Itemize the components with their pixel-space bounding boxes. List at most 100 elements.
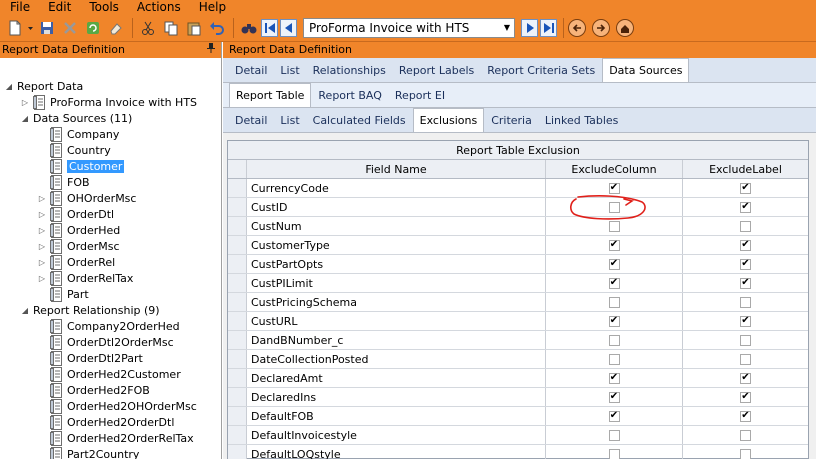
exclude-label-checkbox[interactable] — [740, 220, 751, 232]
subtab-report-ei[interactable]: Report EI — [389, 85, 451, 107]
table-row[interactable]: DefaultInvoicestyle — [228, 426, 808, 445]
menu-file[interactable]: File — [0, 0, 38, 14]
tree-node-proforma[interactable]: ▷ ProForma Invoice with HTS — [20, 94, 197, 110]
subtab-report-baq[interactable]: Report BAQ — [312, 85, 388, 107]
menu-edit[interactable]: Edit — [38, 0, 79, 14]
expand-icon[interactable]: ▷ — [37, 242, 47, 251]
exclude-column-checkbox[interactable] — [608, 353, 620, 365]
tree-node-orderdtl2part[interactable]: OrderDtl2Part — [37, 350, 143, 366]
back-icon[interactable] — [568, 18, 586, 37]
tree-node-part2country[interactable]: Part2Country — [37, 446, 139, 459]
tab-list[interactable]: List — [274, 60, 305, 82]
exclude-column-checkbox[interactable] — [608, 201, 620, 213]
row-selector[interactable] — [228, 331, 247, 349]
exclude-label-checkbox[interactable] — [740, 353, 751, 365]
row-selector[interactable] — [228, 274, 247, 292]
table-row[interactable]: CustURL ✔ ✔ — [228, 312, 808, 331]
expand-icon[interactable]: ▷ — [20, 98, 30, 107]
subsubtab-criteria[interactable]: Criteria — [485, 110, 538, 132]
row-selector[interactable] — [228, 217, 247, 235]
tree-node-country[interactable]: Country — [37, 142, 111, 158]
table-row[interactable]: CustID ✔ — [228, 198, 808, 217]
copy-icon[interactable] — [160, 17, 182, 39]
cut-icon[interactable] — [137, 17, 159, 39]
save-icon[interactable] — [36, 17, 58, 39]
expand-icon[interactable]: ▷ — [37, 210, 47, 219]
tree-node-orderreltax[interactable]: ▷ OrderRelTax — [37, 270, 133, 286]
table-row[interactable]: DefaultLOQstyle — [228, 445, 808, 459]
tree-node-orderrel[interactable]: ▷ OrderRel — [37, 254, 115, 270]
exclude-label-checkbox[interactable]: ✔ — [740, 372, 751, 384]
expand-icon[interactable]: ▷ — [37, 274, 47, 283]
menu-actions[interactable]: Actions — [127, 0, 189, 14]
last-icon[interactable] — [540, 18, 557, 37]
paste-icon[interactable] — [183, 17, 205, 39]
table-row[interactable]: DefaultFOB ✔ ✔ — [228, 407, 808, 426]
exclude-column-checkbox[interactable] — [608, 220, 620, 232]
exclude-column-checkbox[interactable]: ✔ — [608, 410, 620, 422]
tree-node-company2orderhed[interactable]: Company2OrderHed — [37, 318, 180, 334]
tree-node-ohordermsc[interactable]: ▷ OHOrderMsc — [37, 190, 136, 206]
tab-data-sources[interactable]: Data Sources — [602, 58, 690, 82]
exclude-label-checkbox[interactable]: ✔ — [740, 239, 751, 251]
exclude-label-checkbox[interactable]: ✔ — [740, 391, 751, 403]
row-selector[interactable] — [228, 255, 247, 273]
menu-help[interactable]: Help — [189, 0, 234, 14]
tree-node-orderhed2orderdtl[interactable]: OrderHed2OrderDtl — [37, 414, 174, 430]
exclude-column-checkbox[interactable] — [608, 429, 620, 441]
tree-node-orderhed2orderreltax[interactable]: OrderHed2OrderRelTax — [37, 430, 194, 446]
exclude-column-checkbox[interactable] — [608, 448, 620, 459]
exclude-label-checkbox[interactable] — [740, 448, 751, 459]
tree-node-data-sources[interactable]: ◢ Data Sources (11) — [20, 110, 132, 126]
previous-icon[interactable] — [280, 18, 297, 37]
subtab-report-table[interactable]: Report Table — [229, 83, 312, 107]
refresh-icon[interactable] — [82, 17, 104, 39]
subsubtab-detail[interactable]: Detail — [229, 110, 273, 132]
subsubtab-list[interactable]: List — [274, 110, 305, 132]
collapse-icon[interactable]: ◢ — [20, 306, 30, 315]
tree-node-fob[interactable]: FOB — [37, 174, 90, 190]
exclude-column-checkbox[interactable]: ✔ — [608, 277, 620, 289]
chevron-down-icon[interactable]: ▼ — [500, 19, 514, 37]
clear-icon[interactable] — [105, 17, 127, 39]
new-dropdown-icon[interactable] — [27, 17, 35, 39]
expand-icon[interactable]: ▷ — [37, 226, 47, 235]
tree-node-orderhed2customer[interactable]: OrderHed2Customer — [37, 366, 181, 382]
collapse-icon[interactable]: ◢ — [4, 82, 14, 91]
row-selector[interactable] — [228, 388, 247, 406]
row-selector[interactable] — [228, 407, 247, 425]
table-row[interactable]: DeclaredIns ✔ ✔ — [228, 388, 808, 407]
exclude-column-checkbox[interactable] — [608, 334, 620, 346]
tree-node-ordermsc[interactable]: ▷ OrderMsc — [37, 238, 120, 254]
next-icon[interactable] — [521, 18, 538, 37]
pin-icon[interactable] — [207, 42, 215, 58]
tree-node-orderhed2fob[interactable]: OrderHed2FOB — [37, 382, 150, 398]
row-selector[interactable] — [228, 312, 247, 330]
table-row[interactable]: DeclaredAmt ✔ ✔ — [228, 369, 808, 388]
tree-node-customer[interactable]: Customer — [37, 158, 125, 174]
exclude-column-checkbox[interactable]: ✔ — [608, 182, 620, 194]
subsubtab-calculated-fields[interactable]: Calculated Fields — [307, 110, 412, 132]
column-header-exclude-column[interactable]: ExcludeColumn — [546, 160, 683, 178]
row-selector[interactable] — [228, 445, 247, 459]
row-selector[interactable] — [228, 350, 247, 368]
table-row[interactable]: DateCollectionPosted — [228, 350, 808, 369]
table-row[interactable]: CustPricingSchema — [228, 293, 808, 312]
exclude-column-checkbox[interactable]: ✔ — [608, 315, 620, 327]
exclude-label-checkbox[interactable] — [740, 429, 751, 441]
tree-node-part[interactable]: Part — [37, 286, 89, 302]
first-icon[interactable] — [261, 18, 278, 37]
table-row[interactable]: CurrencyCode ✔ ✔ — [228, 179, 808, 198]
table-row[interactable]: CustNum — [228, 217, 808, 236]
tab-detail[interactable]: Detail — [229, 60, 273, 82]
row-selector[interactable] — [228, 293, 247, 311]
document-selector[interactable]: ProForma Invoice with HTS ▼ — [303, 17, 515, 38]
undo-icon[interactable] — [206, 17, 228, 39]
exclude-label-checkbox[interactable]: ✔ — [740, 277, 751, 289]
row-selector[interactable] — [228, 369, 247, 387]
collapse-icon[interactable]: ◢ — [20, 114, 30, 123]
exclude-label-checkbox[interactable] — [740, 334, 751, 346]
delete-icon[interactable] — [59, 17, 81, 39]
expand-icon[interactable]: ▷ — [37, 194, 47, 203]
exclude-column-checkbox[interactable]: ✔ — [608, 372, 620, 384]
